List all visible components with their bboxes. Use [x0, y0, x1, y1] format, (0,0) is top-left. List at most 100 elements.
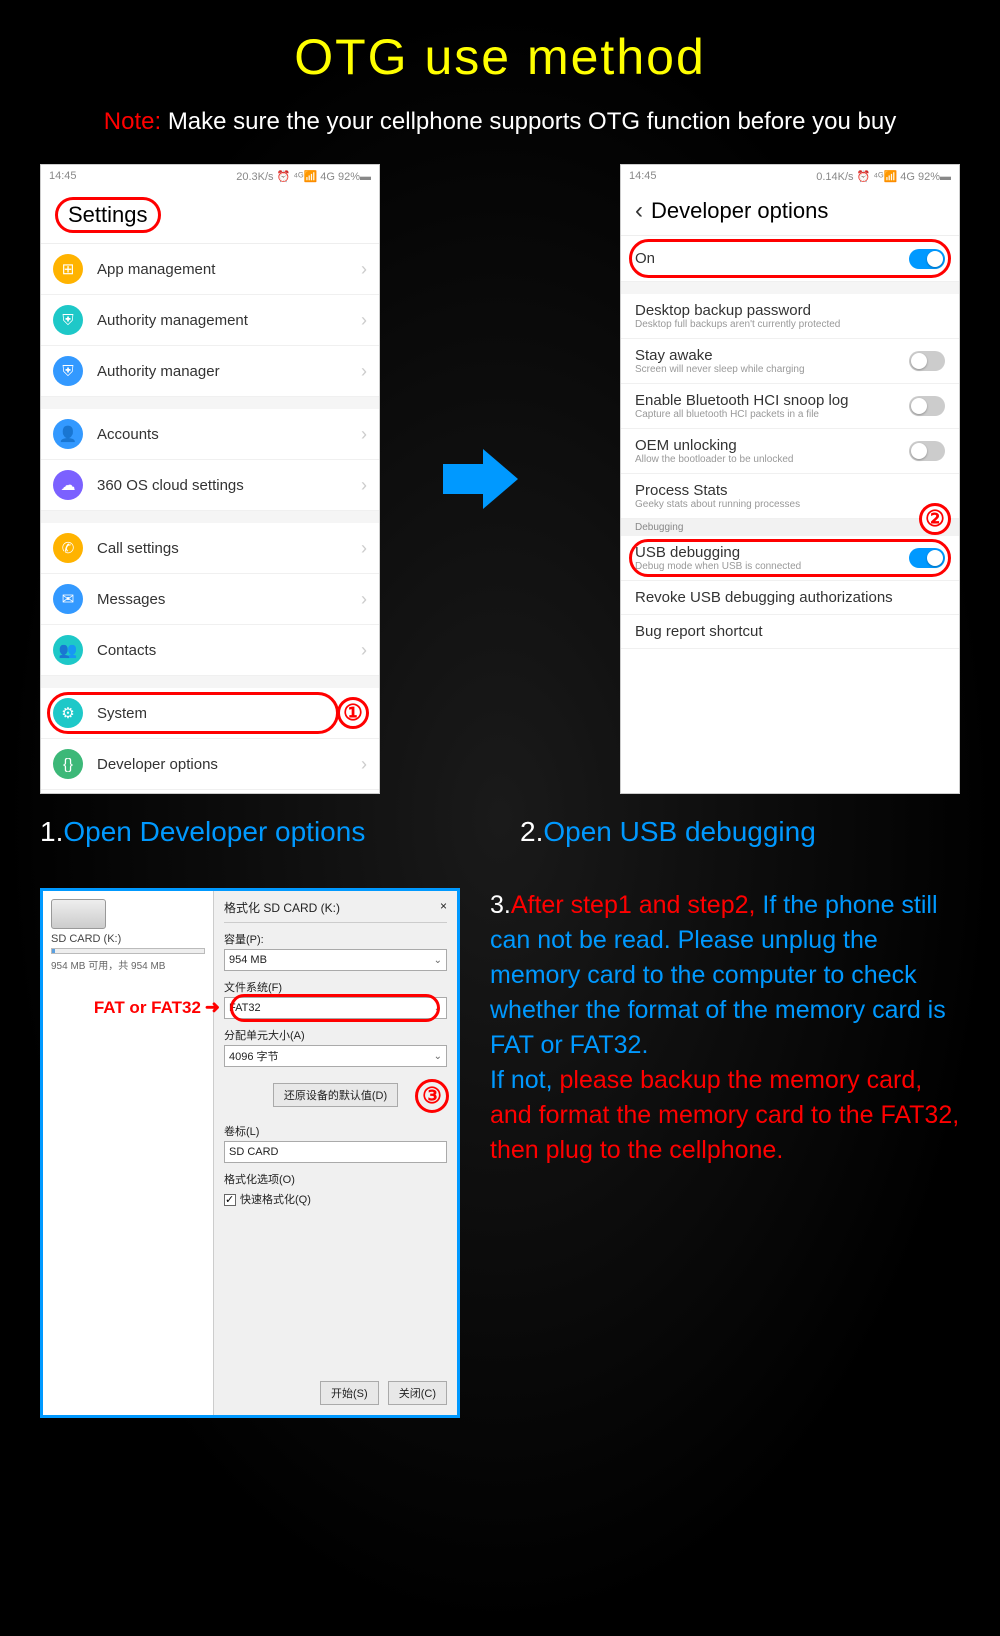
- dialog-title: 格式化 SD CARD (K:): [224, 899, 340, 916]
- toggle[interactable]: [909, 396, 945, 416]
- list-item[interactable]: 👤 Accounts ›: [41, 409, 379, 460]
- chevron-right-icon: ›: [361, 310, 367, 331]
- toggle-on[interactable]: [909, 548, 945, 568]
- restore-button[interactable]: 还原设备的默认值(D): [273, 1083, 398, 1107]
- format-dialog: SD CARD (K:) 954 MB 可用，共 954 MB 格式化 SD C…: [40, 888, 460, 1418]
- alloc-select[interactable]: 4096 字节⌄: [224, 1045, 447, 1067]
- item-icon: ✆: [53, 533, 83, 563]
- status-right: 20.3K/s ⏰ ⁴ᴳ📶 4G 92%▬: [236, 170, 371, 183]
- list-item[interactable]: ☁ 360 OS cloud settings ›: [41, 460, 379, 511]
- step3-part3b: please backup the memory card, and forma…: [490, 1066, 959, 1164]
- dev-item[interactable]: Stay awakeScreen will never sleep while …: [621, 339, 959, 384]
- screen-title-dev: ‹ Developer options: [621, 187, 959, 235]
- usb-debugging-row[interactable]: USB debuggingDebug mode when USB is conn…: [621, 536, 959, 581]
- list-item[interactable]: i About ›: [41, 790, 379, 793]
- list-item[interactable]: ✉ Messages ›: [41, 574, 379, 625]
- debug-header: Debugging②: [621, 519, 959, 536]
- item-label: Call settings: [97, 540, 179, 557]
- item-label: App management: [97, 261, 215, 278]
- toggle[interactable]: [909, 441, 945, 461]
- status-bar: 14:45 20.3K/s ⏰ ⁴ᴳ📶 4G 92%▬: [41, 165, 379, 187]
- checkbox-icon[interactable]: [224, 1194, 236, 1206]
- dev-list: On Desktop backup passwordDesktop full ba…: [621, 235, 959, 793]
- fs-select[interactable]: FAT32⌄: [224, 997, 447, 1019]
- page-title: OTG use method: [0, 0, 1000, 86]
- status-time: 14:45: [629, 170, 657, 182]
- item-label: Authority management: [97, 312, 248, 329]
- revoke-row[interactable]: Revoke USB debugging authorizations: [621, 581, 959, 615]
- list-item[interactable]: ⚙ System ›①: [41, 688, 379, 739]
- step3-num: 3.: [490, 891, 511, 919]
- note-text: Make sure the your cellphone supports OT…: [168, 108, 896, 135]
- item-icon: 👤: [53, 419, 83, 449]
- drive-title: SD CARD (K:): [51, 933, 205, 945]
- caption-2-num: 2.: [520, 816, 543, 847]
- settings-list: ⊞ App management ›⛨ Authority management…: [41, 243, 379, 793]
- toggle-on[interactable]: [909, 249, 945, 269]
- list-item[interactable]: ⊞ App management ›: [41, 244, 379, 295]
- list-item[interactable]: ✆ Call settings ›: [41, 523, 379, 574]
- list-item[interactable]: {} Developer options ›: [41, 739, 379, 790]
- caption-2: 2.Open USB debugging: [520, 816, 960, 848]
- note-prefix: Note:: [104, 108, 168, 135]
- dev-title: Developer options: [651, 198, 828, 224]
- chevron-right-icon: ›: [361, 424, 367, 445]
- list-item[interactable]: 👥 Contacts ›: [41, 625, 379, 676]
- step-3-marker: ③: [415, 1079, 449, 1113]
- item-icon: ✉: [53, 584, 83, 614]
- item-icon: ⛨: [53, 356, 83, 386]
- item-label: Authority manager: [97, 363, 220, 380]
- close-icon[interactable]: ×: [440, 899, 447, 916]
- item-label: Contacts: [97, 642, 156, 659]
- step-3-text: 3.After step1 and step2, If the phone st…: [490, 888, 960, 1168]
- alloc-label: 分配单元大小(A): [224, 1027, 447, 1043]
- capacity-label: 容量(P):: [224, 931, 447, 947]
- phone-settings: 14:45 20.3K/s ⏰ ⁴ᴳ📶 4G 92%▬ Settings ⊞ A…: [40, 164, 380, 794]
- list-item[interactable]: ⛨ Authority manager ›: [41, 346, 379, 397]
- chevron-right-icon: ›: [361, 589, 367, 610]
- highlight-ring: [47, 692, 339, 734]
- arrow-icon: [455, 449, 545, 509]
- item-label: Messages: [97, 591, 165, 608]
- step3-part1: After step1 and step2,: [511, 891, 763, 919]
- start-button[interactable]: 开始(S): [320, 1381, 379, 1405]
- chevron-right-icon: ›: [361, 361, 367, 382]
- item-icon: ⚙: [53, 698, 83, 728]
- caption-1: 1.Open Developer options: [40, 816, 480, 848]
- caption-1-text: Open Developer options: [63, 816, 365, 847]
- capacity-select[interactable]: 954 MB⌄: [224, 949, 447, 971]
- vol-label: 卷标(L): [224, 1123, 447, 1139]
- caption-2-text: Open USB debugging: [543, 816, 815, 847]
- screen-title-settings: Settings: [41, 187, 379, 243]
- item-icon: {}: [53, 749, 83, 779]
- dev-item[interactable]: Enable Bluetooth HCI snoop logCapture al…: [621, 384, 959, 429]
- status-bar: 14:45 0.14K/s ⏰ ⁴ᴳ📶 4G 92%▬: [621, 165, 959, 187]
- spacer: [621, 282, 959, 294]
- bug-row[interactable]: Bug report shortcut: [621, 615, 959, 649]
- item-label: Accounts: [97, 426, 159, 443]
- step-2-marker: ②: [919, 503, 951, 535]
- fat-hint: FAT or FAT32➜: [94, 997, 220, 1018]
- vol-input[interactable]: SD CARD: [224, 1141, 447, 1163]
- item-icon: ⊞: [53, 254, 83, 284]
- drive-icon: [51, 899, 106, 929]
- toggle[interactable]: [909, 351, 945, 371]
- status-time: 14:45: [49, 170, 77, 182]
- chevron-right-icon: ›: [361, 754, 367, 775]
- list-item[interactable]: ⛨ Authority management ›: [41, 295, 379, 346]
- dev-item[interactable]: OEM unlockingAllow the bootloader to be …: [621, 429, 959, 474]
- on-row[interactable]: On: [621, 236, 959, 282]
- dev-item[interactable]: Process StatsGeeky stats about running p…: [621, 474, 959, 519]
- cancel-button[interactable]: 关闭(C): [388, 1381, 447, 1405]
- chevron-right-icon: ›: [361, 538, 367, 559]
- note-line: Note: Make sure the your cellphone suppo…: [0, 108, 1000, 136]
- quick-format-row[interactable]: 快速格式化(Q): [224, 1191, 447, 1207]
- dialog-panel: 格式化 SD CARD (K:) × 容量(P): 954 MB⌄ 文件系统(F…: [213, 891, 457, 1415]
- dev-item[interactable]: Desktop backup passwordDesktop full back…: [621, 294, 959, 339]
- spacer: [41, 676, 379, 688]
- chevron-right-icon: ›: [361, 475, 367, 496]
- item-icon: 👥: [53, 635, 83, 665]
- back-icon[interactable]: ‹: [635, 197, 643, 225]
- item-icon: ⛨: [53, 305, 83, 335]
- step3-part3a: If not,: [490, 1066, 559, 1094]
